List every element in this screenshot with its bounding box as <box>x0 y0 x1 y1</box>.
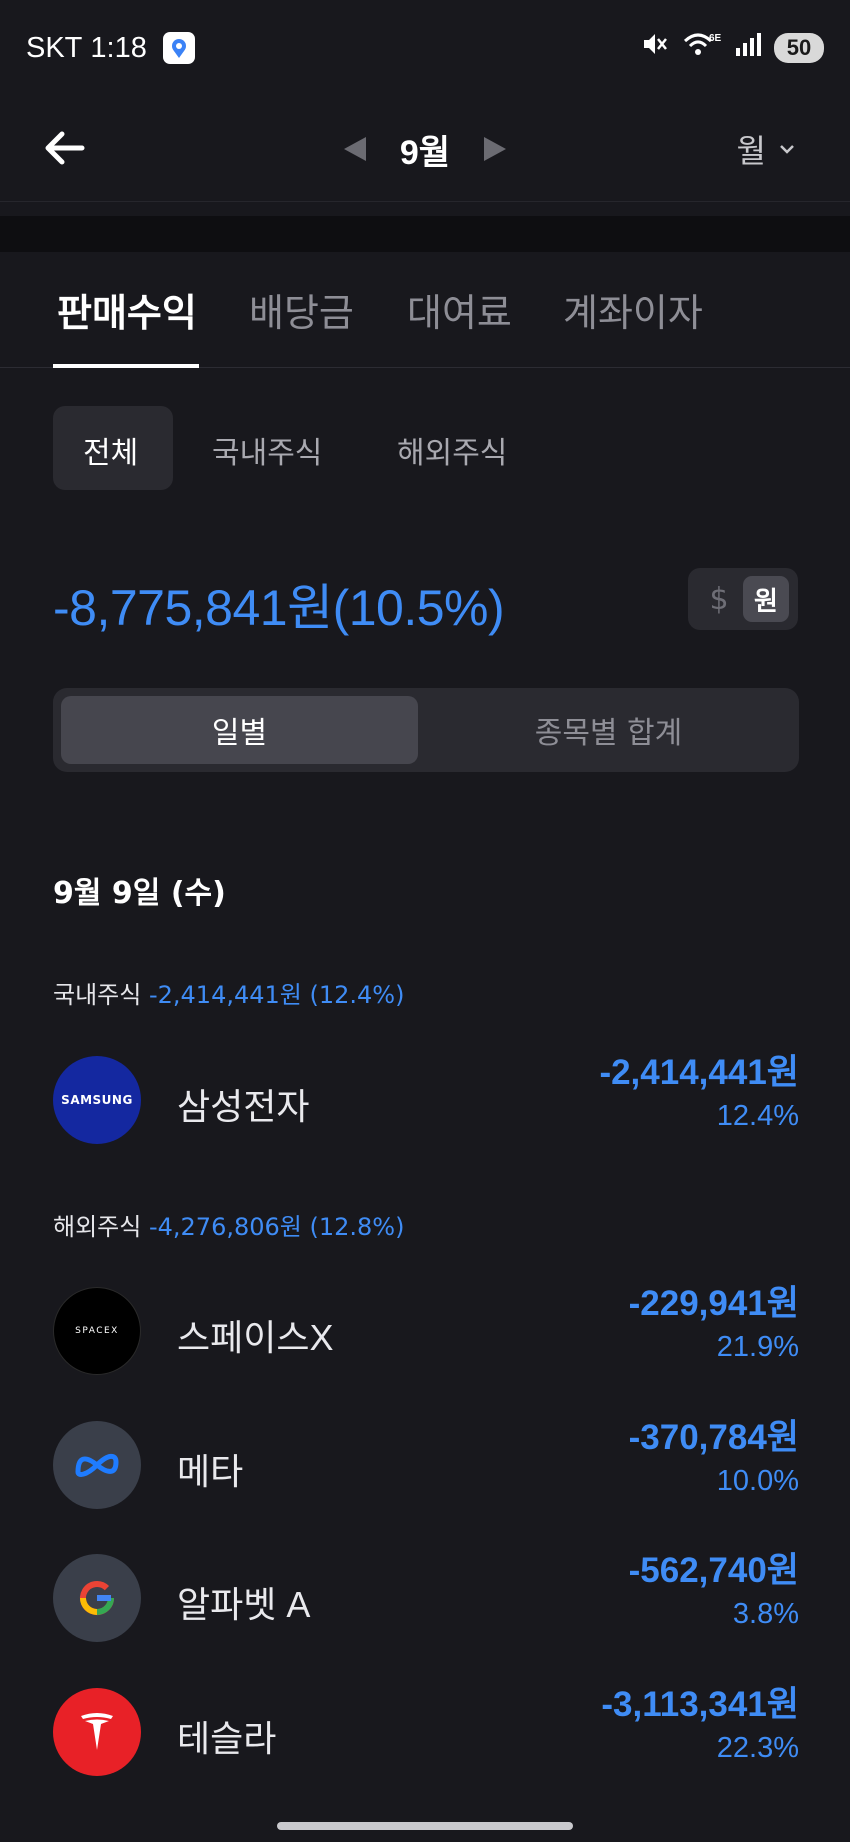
stock-name: 삼성전자 <box>177 1086 310 1127</box>
stock-amount: -562,740원 <box>628 1551 799 1590</box>
stock-name: 테슬라 <box>177 1718 277 1759</box>
back-button[interactable] <box>38 122 90 174</box>
samsung-logo: SAMSUNG <box>53 1056 141 1144</box>
tab-sales-profit[interactable]: 판매수익 <box>57 282 197 337</box>
mute-icon <box>640 29 670 67</box>
stock-percent: 21.9% <box>716 1331 799 1363</box>
stock-percent: 12.4% <box>716 1100 799 1132</box>
overseas-total: -4,276,806원 (12.8%) <box>148 1213 405 1241</box>
currency-toggle[interactable]: $ 원 <box>688 568 798 630</box>
stock-row[interactable]: 메타 -370,784원 10.0% <box>53 1409 799 1509</box>
home-indicator[interactable] <box>277 1822 573 1830</box>
stock-row[interactable]: 테슬라 -3,113,341원 22.3% <box>53 1676 799 1776</box>
wifi-icon: 6E <box>682 29 722 67</box>
google-g-icon <box>80 1581 114 1615</box>
overseas-section-label: 해외주식 -4,276,806원 (12.8%) <box>53 1207 404 1242</box>
tesla-logo <box>53 1688 141 1776</box>
stock-amount: -229,941원 <box>628 1284 799 1323</box>
stock-name: 메타 <box>177 1451 244 1492</box>
stock-name: 알파벳 A <box>177 1584 311 1625</box>
arrow-left-icon <box>45 131 85 165</box>
clock: 1:18 <box>90 31 147 64</box>
period-label: 월 <box>736 132 766 170</box>
tab-dividends[interactable]: 배당금 <box>249 282 354 337</box>
stock-amount: -2,414,441원 <box>599 1053 799 1092</box>
battery-indicator: 50 <box>774 33 824 63</box>
stock-row[interactable]: SAMSUNG 삼성전자 -2,414,441원 12.4% <box>53 1044 799 1144</box>
currency-usd-option[interactable]: $ <box>698 578 740 620</box>
stock-percent: 22.3% <box>716 1732 799 1764</box>
map-app-icon <box>162 32 195 64</box>
google-logo <box>53 1554 141 1642</box>
view-segment-control: 일별 종목별 합계 <box>53 688 799 772</box>
subtab-overseas[interactable]: 해외주식 <box>397 428 507 472</box>
income-tabs: 판매수익 배당금 대여료 계좌이자 <box>0 252 850 368</box>
active-tab-indicator <box>53 364 199 368</box>
carrier-label: SKT <box>26 31 83 64</box>
status-right: 6E 50 <box>640 29 824 67</box>
svg-text:6E: 6E <box>709 33 722 44</box>
spacex-logo: SPACEX <box>53 1287 141 1375</box>
tab-lending-fee[interactable]: 대여료 <box>407 282 512 337</box>
domestic-total: -2,414,441원 (12.4%) <box>148 981 405 1009</box>
total-profit: -8,775,841원(10.5%) <box>53 580 505 636</box>
subtab-domestic[interactable]: 국내주식 <box>212 428 322 472</box>
domestic-label: 국내주식 <box>53 981 142 1009</box>
stock-row[interactable]: 알파벳 A -562,740원 3.8% <box>53 1542 799 1642</box>
next-month-button[interactable] <box>484 137 507 161</box>
tab-account-interest[interactable]: 계좌이자 <box>563 282 703 337</box>
status-bar: SKT 1:18 6E 50 <box>0 0 850 96</box>
overseas-label: 해외주식 <box>53 1213 142 1241</box>
signal-icon <box>734 30 762 66</box>
prev-month-button[interactable] <box>343 137 366 161</box>
period-dropdown[interactable]: 월 <box>737 126 796 172</box>
status-left: SKT 1:18 <box>26 32 195 65</box>
domestic-section-label: 국내주식 -2,414,441원 (12.4%) <box>53 975 404 1010</box>
view-by-stock-button[interactable]: 종목별 합계 <box>426 696 791 764</box>
chevron-down-icon <box>780 145 794 154</box>
section-divider <box>0 216 850 252</box>
stock-row[interactable]: SPACEX 스페이스X -229,941원 21.9% <box>53 1275 799 1375</box>
meta-logo <box>53 1421 141 1509</box>
stock-amount: -3,113,341원 <box>601 1685 799 1724</box>
stock-percent: 10.0% <box>716 1465 799 1497</box>
stock-amount: -370,784원 <box>628 1418 799 1457</box>
subtab-all[interactable]: 전체 <box>83 428 138 472</box>
top-header: 9월 월 <box>0 96 850 202</box>
current-month: 9월 <box>399 133 451 172</box>
date-header: 9월 9일 (수) <box>53 876 226 911</box>
stock-name: 스페이스X <box>177 1317 334 1358</box>
meta-infinity-icon <box>75 1453 119 1477</box>
tesla-t-icon <box>81 1713 113 1750</box>
stock-percent: 3.8% <box>732 1598 799 1630</box>
currency-won-option[interactable]: 원 <box>743 576 789 622</box>
view-daily-button[interactable]: 일별 <box>61 696 418 764</box>
month-navigator: 9월 <box>0 96 850 202</box>
